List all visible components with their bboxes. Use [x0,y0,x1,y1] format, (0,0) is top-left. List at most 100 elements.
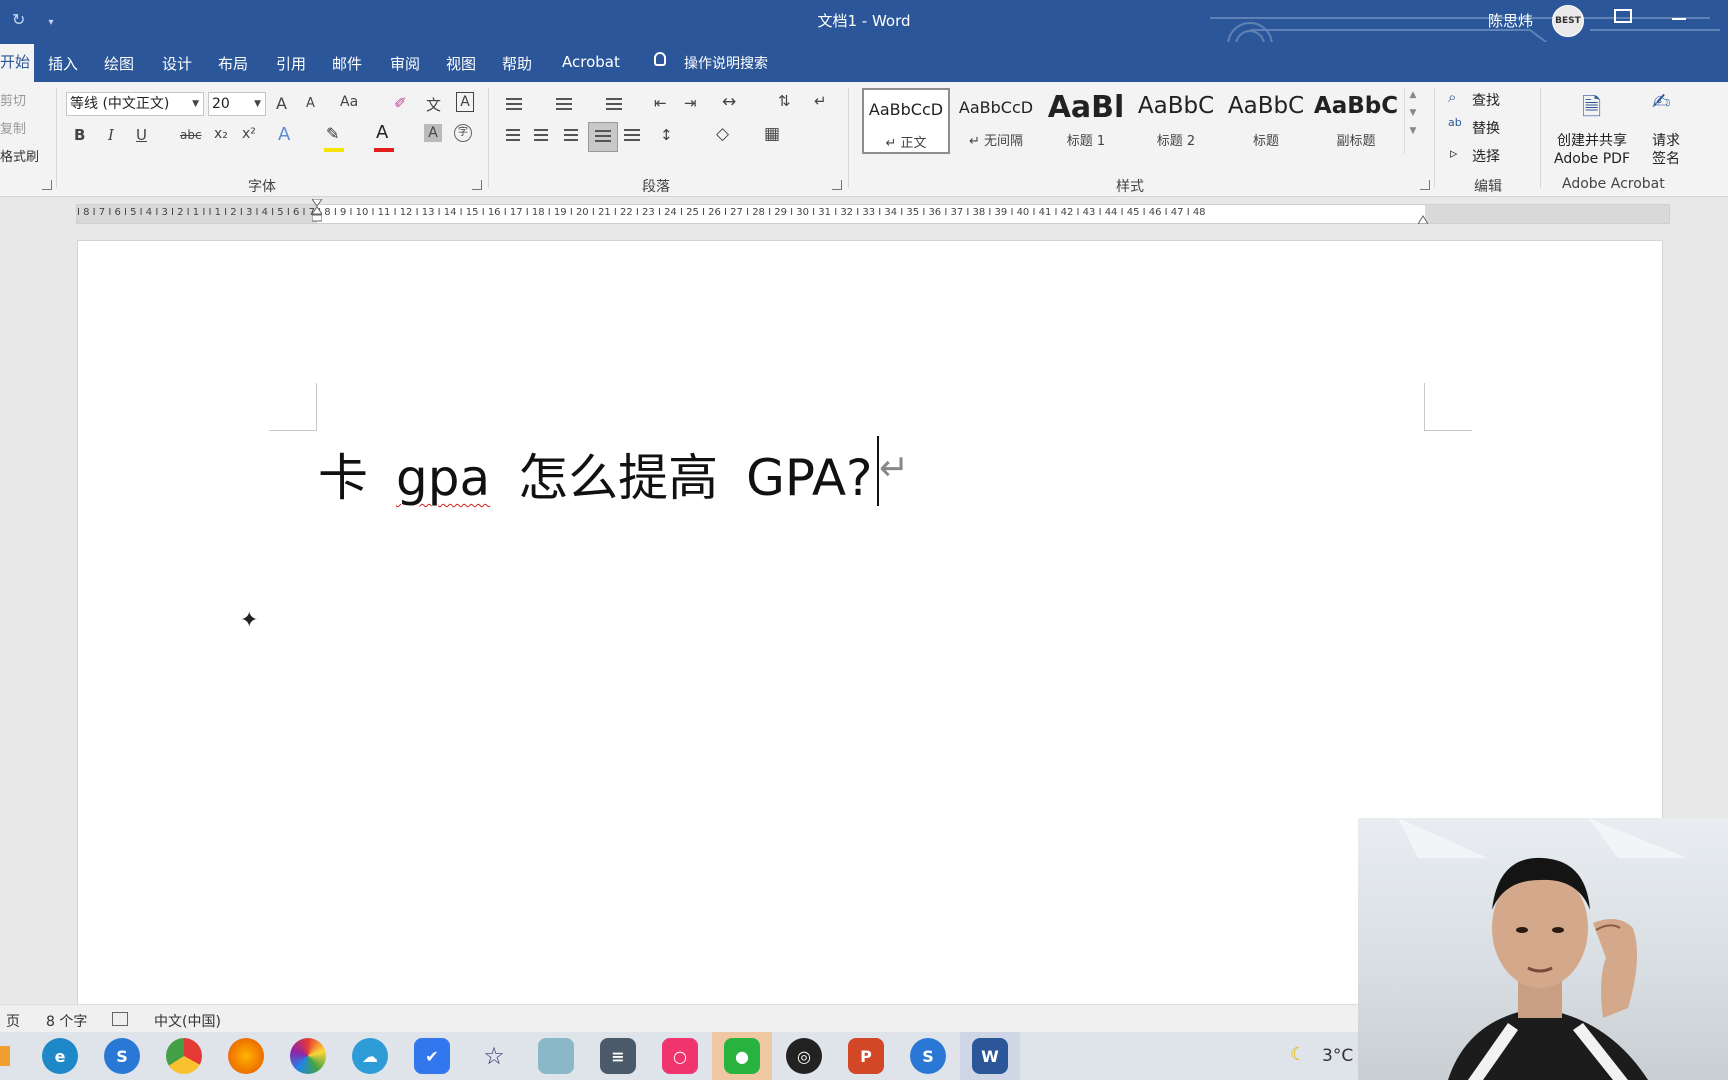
replace-icon[interactable]: ab [1448,116,1462,129]
request-signature-button[interactable]: 请求 签名 [1646,132,1686,168]
chinese-layout-icon[interactable]: ↔ [722,92,736,112]
highlight-color-icon[interactable]: ✎ [326,124,339,143]
more-styles-icon[interactable]: ▼ [1405,126,1421,136]
tab-home[interactable]: 开始 [0,44,34,82]
indent-marker-icon[interactable] [312,199,322,229]
font-color-button[interactable]: A [376,122,388,143]
justify-icon[interactable] [588,122,618,152]
style-normal[interactable]: AaBbCcD ↵ 正文 [862,88,950,154]
wechat-icon[interactable]: ● [724,1038,760,1074]
sogou-browser-icon[interactable]: S [910,1038,946,1074]
language-indicator[interactable]: 中文(中国) [154,1011,221,1031]
align-right-icon[interactable] [562,126,584,148]
request-signature-icon[interactable]: ✍ [1652,90,1670,115]
photos-icon[interactable] [290,1038,326,1074]
tab-layout[interactable]: 布局 [218,53,248,74]
tab-insert[interactable]: 插入 [48,53,78,74]
styles-launcher-icon[interactable] [1420,180,1430,190]
distributed-icon[interactable] [622,126,644,148]
font-name-combo[interactable]: 等线 (中文正文) ▼ [66,92,204,116]
onedrive-icon[interactable]: ☁ [352,1038,388,1074]
tab-acrobat[interactable]: Acrobat [562,53,620,71]
align-center-icon[interactable] [532,126,554,148]
find-button[interactable]: 查找 [1472,90,1500,110]
calculator-icon[interactable]: ≡ [600,1038,636,1074]
powerpoint-icon[interactable]: P [848,1038,884,1074]
style-subtitle[interactable]: AaBbC 副标题 [1312,88,1400,154]
bold-button[interactable]: B [74,126,85,144]
select-pointer-icon[interactable]: ▹ [1450,144,1458,162]
chevron-down-icon[interactable]: ▼ [254,93,261,115]
sogou-icon[interactable]: S [104,1038,140,1074]
edge-icon[interactable]: e [42,1038,78,1074]
italic-button[interactable]: I [108,126,114,144]
shading-icon[interactable]: ◇ [716,124,729,144]
clear-format-icon[interactable]: ✐ [394,94,407,112]
tell-me-search[interactable]: 操作说明搜索 [684,53,768,73]
change-case-button[interactable]: Aa [340,94,358,110]
numbering-icon[interactable] [552,98,574,120]
file-explorer-icon[interactable] [0,1046,10,1066]
superscript-button[interactable]: x² [242,126,256,142]
increase-indent-icon[interactable]: ⇥ [684,94,697,112]
obs-icon[interactable]: ◎ [786,1038,822,1074]
subscript-button[interactable]: x₂ [214,126,228,142]
line-spacing-icon[interactable]: ↕ [660,126,673,144]
right-indent-marker-icon[interactable] [1418,214,1428,224]
select-button[interactable]: 选择 [1472,146,1500,166]
tab-mailings[interactable]: 邮件 [332,53,362,74]
font-size-combo[interactable]: 20 ▼ [208,92,266,116]
show-marks-icon[interactable]: ↵ [814,92,827,110]
create-share-pdf-button[interactable]: 创建并共享 Adobe PDF [1546,132,1638,168]
document-paragraph[interactable]: 卡 gpa 怎么提高 GPA? [318,438,873,510]
borders-icon[interactable]: ▦ [764,124,780,144]
avatar[interactable]: BEST [1552,5,1584,37]
character-border-button[interactable]: A [456,92,474,112]
replace-button[interactable]: 替换 [1472,118,1500,138]
style-no-spacing[interactable]: AaBbCcD ↵ 无间隔 [952,88,1040,154]
minimize-icon[interactable] [1672,18,1686,20]
star-app-icon[interactable]: ☆ [476,1038,512,1074]
shrink-font-button[interactable]: A [306,96,315,111]
underline-button[interactable]: U [136,126,147,144]
proofing-icon[interactable] [112,1012,128,1026]
clipboard-launcher-icon[interactable] [42,180,52,190]
word-icon[interactable]: W [972,1038,1008,1074]
style-heading-1[interactable]: AaBl 标题 1 [1042,88,1130,154]
page-indicator[interactable]: 页 [6,1011,20,1031]
bullets-icon[interactable] [502,98,524,120]
paragraph-launcher-icon[interactable] [832,180,842,190]
camera-app-icon[interactable]: ○ [662,1038,698,1074]
chevron-up-icon[interactable]: ▲ [1405,90,1421,100]
format-painter-button[interactable]: 格式刷 [0,146,39,165]
tab-help[interactable]: 帮助 [502,53,532,74]
strikethrough-button[interactable]: abc [180,128,202,142]
cut-button[interactable]: 剪切 [0,90,26,109]
grow-font-button[interactable]: A [276,94,287,113]
tab-design[interactable]: 设计 [162,53,192,74]
character-shading-button[interactable]: A [424,124,442,142]
misspelled-word[interactable]: gpa [396,449,490,507]
tab-view[interactable]: 视图 [446,53,476,74]
sort-icon[interactable]: ⇅ [778,92,791,110]
feishu-icon[interactable]: ✔ [414,1038,450,1074]
font-launcher-icon[interactable] [472,180,482,190]
word-count[interactable]: 8 个字 [46,1011,87,1031]
weather-temperature[interactable]: 3°C [1322,1046,1353,1066]
account-name[interactable]: 陈思炜 [1488,10,1533,31]
chevron-down-icon[interactable]: ▼ [192,93,199,115]
phonetic-guide-button[interactable]: 文 [426,94,441,115]
align-left-icon[interactable] [504,126,526,148]
decrease-indent-icon[interactable]: ⇤ [654,94,667,112]
copy-button[interactable]: 复制 [0,118,26,137]
chevron-down-icon[interactable]: ▼ [1405,108,1421,118]
tab-references[interactable]: 引用 [276,53,306,74]
text-effects-button[interactable]: A [278,124,290,145]
tab-draw[interactable]: 绘图 [104,53,134,74]
firefox-icon[interactable] [228,1038,264,1074]
multilevel-list-icon[interactable] [602,98,624,120]
style-heading-2[interactable]: AaBbC 标题 2 [1132,88,1220,154]
search-icon[interactable]: ⌕ [1448,88,1456,106]
chrome-icon[interactable] [166,1038,202,1074]
style-title[interactable]: AaBbC 标题 [1222,88,1310,154]
